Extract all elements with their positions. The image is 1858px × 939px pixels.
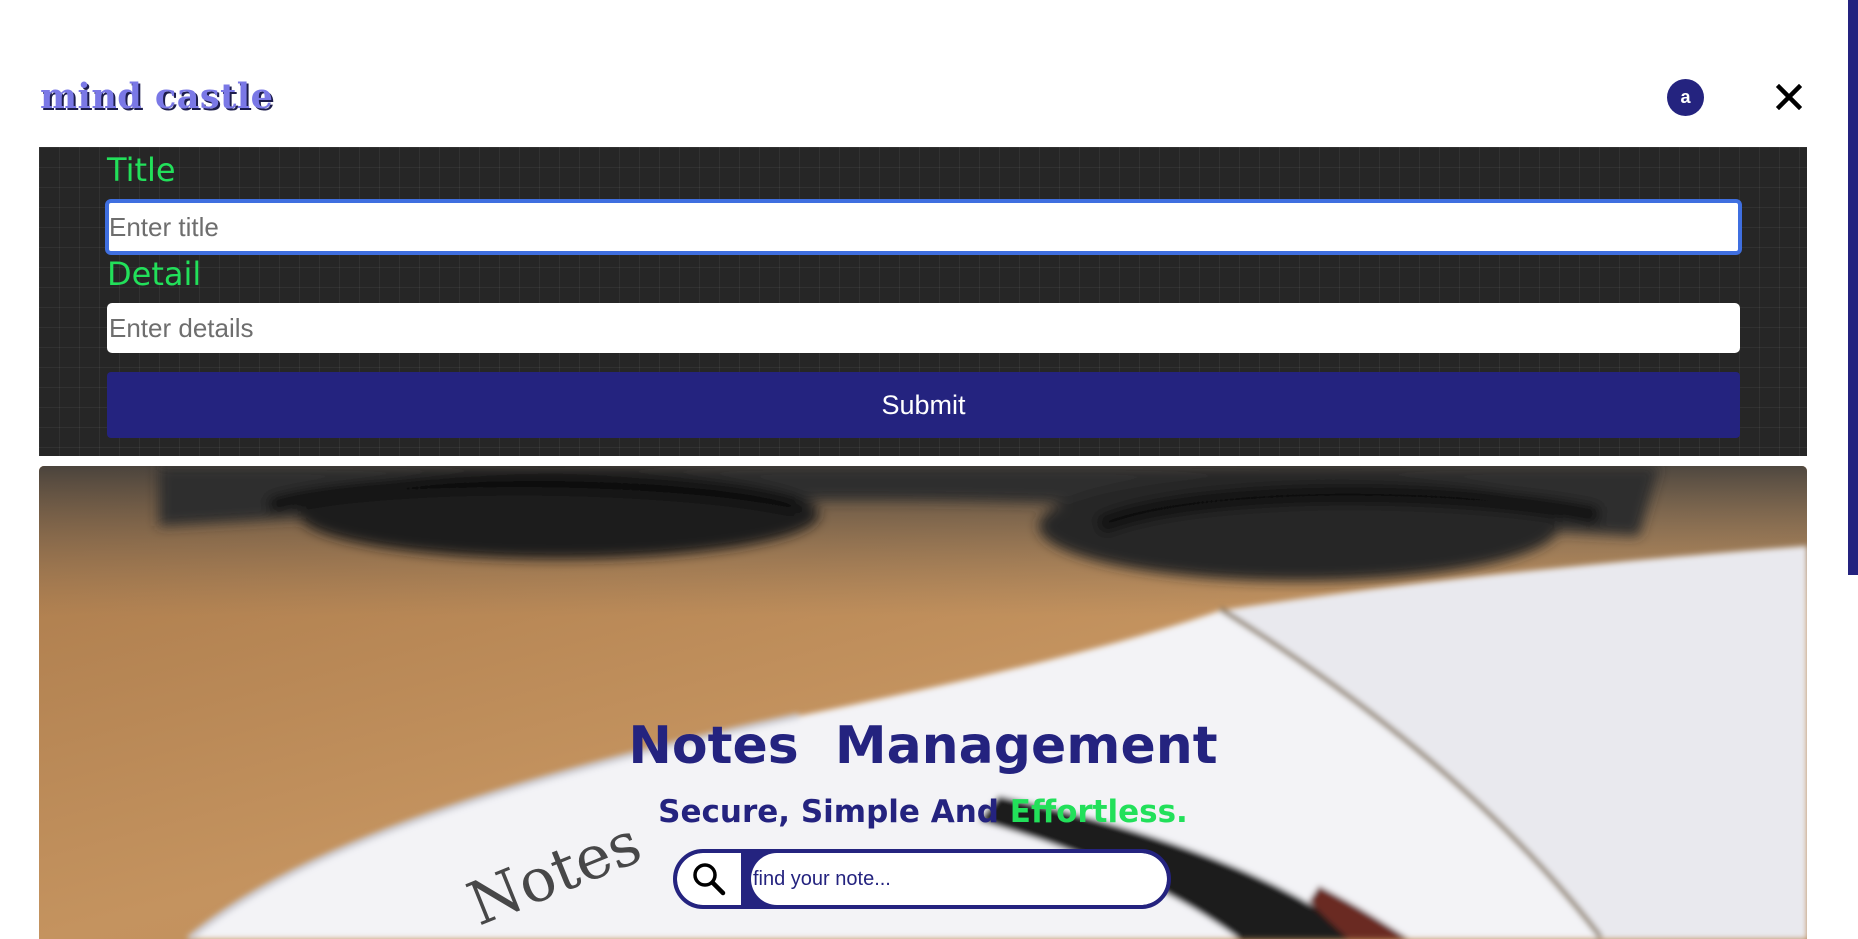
hero-subtitle-accent: Effortless. bbox=[1009, 794, 1188, 830]
hero-subtitle: Secure, Simple And Effortless. bbox=[39, 794, 1807, 830]
user-avatar[interactable]: a bbox=[1667, 79, 1704, 116]
scrollbar-thumb[interactable] bbox=[1848, 0, 1858, 575]
close-icon bbox=[1776, 84, 1802, 110]
hero-banner: Notes Notes Management Secure, Simple An… bbox=[39, 466, 1807, 939]
note-search-bar bbox=[673, 849, 1171, 909]
submit-button[interactable]: Submit bbox=[107, 372, 1740, 438]
page-scrollbar[interactable] bbox=[1848, 0, 1858, 939]
hero-subtitle-main: Secure, Simple And bbox=[658, 794, 1010, 830]
title-input[interactable] bbox=[105, 199, 1742, 255]
search-button[interactable] bbox=[677, 853, 741, 905]
note-form: Title Detail Submit bbox=[39, 147, 1807, 456]
title-label: Title bbox=[107, 151, 176, 189]
close-button[interactable] bbox=[1772, 80, 1806, 114]
search-icon bbox=[693, 863, 726, 896]
search-input[interactable] bbox=[751, 853, 1167, 905]
app-logo[interactable]: mind castle bbox=[40, 76, 273, 117]
detail-input[interactable] bbox=[107, 303, 1740, 353]
hero-title: Notes Management bbox=[628, 716, 1218, 776]
detail-label: Detail bbox=[107, 255, 202, 293]
